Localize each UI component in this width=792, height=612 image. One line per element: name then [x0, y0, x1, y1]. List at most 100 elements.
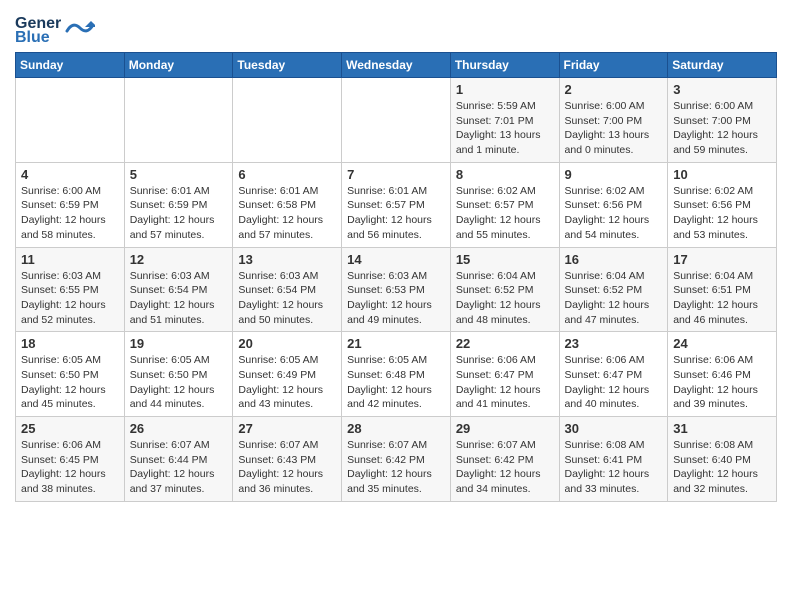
day-info: Sunrise: 6:07 AM Sunset: 6:43 PM Dayligh… [238, 438, 336, 497]
calendar-cell [16, 78, 125, 163]
calendar-week-row: 11 Sunrise: 6:03 AM Sunset: 6:55 PM Dayli… [16, 247, 777, 332]
day-info: Sunrise: 6:00 AM Sunset: 6:59 PM Dayligh… [21, 184, 119, 243]
day-info: Sunrise: 6:06 AM Sunset: 6:45 PM Dayligh… [21, 438, 119, 497]
calendar-cell: 30 Sunrise: 6:08 AM Sunset: 6:41 PM Dayli… [559, 417, 668, 502]
day-info: Sunrise: 6:08 AM Sunset: 6:41 PM Dayligh… [565, 438, 663, 497]
calendar-week-row: 18 Sunrise: 6:05 AM Sunset: 6:50 PM Dayli… [16, 332, 777, 417]
calendar-cell [233, 78, 342, 163]
calendar-cell: 19 Sunrise: 6:05 AM Sunset: 6:50 PM Dayli… [124, 332, 233, 417]
day-info: Sunrise: 6:01 AM Sunset: 6:59 PM Dayligh… [130, 184, 228, 243]
day-info: Sunrise: 6:01 AM Sunset: 6:58 PM Dayligh… [238, 184, 336, 243]
day-info: Sunrise: 6:02 AM Sunset: 6:56 PM Dayligh… [673, 184, 771, 243]
calendar-week-row: 1 Sunrise: 5:59 AM Sunset: 7:01 PM Daylig… [16, 78, 777, 163]
calendar-cell: 31Sunrise: 6:08 AM Sunset: 6:40 PM Dayli… [668, 417, 777, 502]
day-number: 25 [21, 421, 119, 436]
day-info: Sunrise: 6:06 AM Sunset: 6:47 PM Dayligh… [565, 353, 663, 412]
header-tuesday: Tuesday [233, 53, 342, 78]
calendar-cell: 23 Sunrise: 6:06 AM Sunset: 6:47 PM Dayli… [559, 332, 668, 417]
day-number: 14 [347, 252, 445, 267]
day-info: Sunrise: 5:59 AM Sunset: 7:01 PM Dayligh… [456, 99, 554, 158]
header-monday: Monday [124, 53, 233, 78]
day-info: Sunrise: 6:02 AM Sunset: 6:56 PM Dayligh… [565, 184, 663, 243]
header-sunday: Sunday [16, 53, 125, 78]
calendar-cell: 2Sunrise: 6:00 AM Sunset: 7:00 PM Daylig… [559, 78, 668, 163]
day-number: 16 [565, 252, 663, 267]
day-info: Sunrise: 6:05 AM Sunset: 6:50 PM Dayligh… [130, 353, 228, 412]
calendar-cell: 20Sunrise: 6:05 AM Sunset: 6:49 PM Dayli… [233, 332, 342, 417]
day-info: Sunrise: 6:03 AM Sunset: 6:53 PM Dayligh… [347, 269, 445, 328]
day-number: 1 [456, 82, 554, 97]
day-info: Sunrise: 6:04 AM Sunset: 6:51 PM Dayligh… [673, 269, 771, 328]
day-number: 21 [347, 336, 445, 351]
day-number: 24 [673, 336, 771, 351]
calendar-cell: 3 Sunrise: 6:00 AM Sunset: 7:00 PM Daylig… [668, 78, 777, 163]
day-info: Sunrise: 6:07 AM Sunset: 6:42 PM Dayligh… [347, 438, 445, 497]
day-info: Sunrise: 6:06 AM Sunset: 6:47 PM Dayligh… [456, 353, 554, 412]
calendar-cell: 7 Sunrise: 6:01 AM Sunset: 6:57 PM Daylig… [342, 162, 451, 247]
day-number: 23 [565, 336, 663, 351]
day-info: Sunrise: 6:05 AM Sunset: 6:49 PM Dayligh… [238, 353, 336, 412]
logo-icon: General Blue [15, 10, 61, 46]
logo: General Blue [15, 10, 95, 46]
day-number: 17 [673, 252, 771, 267]
day-number: 19 [130, 336, 228, 351]
calendar-cell: 9 Sunrise: 6:02 AM Sunset: 6:56 PM Daylig… [559, 162, 668, 247]
day-number: 7 [347, 167, 445, 182]
day-number: 13 [238, 252, 336, 267]
day-number: 6 [238, 167, 336, 182]
day-number: 9 [565, 167, 663, 182]
header-wednesday: Wednesday [342, 53, 451, 78]
day-info: Sunrise: 6:03 AM Sunset: 6:54 PM Dayligh… [238, 269, 336, 328]
calendar-cell: 5Sunrise: 6:01 AM Sunset: 6:59 PM Daylig… [124, 162, 233, 247]
day-info: Sunrise: 6:01 AM Sunset: 6:57 PM Dayligh… [347, 184, 445, 243]
calendar-cell: 6 Sunrise: 6:01 AM Sunset: 6:58 PM Daylig… [233, 162, 342, 247]
calendar-cell: 4 Sunrise: 6:00 AM Sunset: 6:59 PM Daylig… [16, 162, 125, 247]
day-number: 10 [673, 167, 771, 182]
calendar-cell [342, 78, 451, 163]
header-saturday: Saturday [668, 53, 777, 78]
header-friday: Friday [559, 53, 668, 78]
calendar-cell: 8 Sunrise: 6:02 AM Sunset: 6:57 PM Daylig… [450, 162, 559, 247]
calendar-cell: 14 Sunrise: 6:03 AM Sunset: 6:53 PM Dayli… [342, 247, 451, 332]
day-info: Sunrise: 6:00 AM Sunset: 7:00 PM Dayligh… [673, 99, 771, 158]
calendar-cell: 22 Sunrise: 6:06 AM Sunset: 6:47 PM Dayli… [450, 332, 559, 417]
calendar-cell: 25 Sunrise: 6:06 AM Sunset: 6:45 PM Dayli… [16, 417, 125, 502]
calendar-cell: 17 Sunrise: 6:04 AM Sunset: 6:51 PM Dayli… [668, 247, 777, 332]
calendar-cell: 1 Sunrise: 5:59 AM Sunset: 7:01 PM Daylig… [450, 78, 559, 163]
day-number: 8 [456, 167, 554, 182]
calendar-cell: 27 Sunrise: 6:07 AM Sunset: 6:43 PM Dayli… [233, 417, 342, 502]
day-info: Sunrise: 6:03 AM Sunset: 6:55 PM Dayligh… [21, 269, 119, 328]
calendar-week-row: 25 Sunrise: 6:06 AM Sunset: 6:45 PM Dayli… [16, 417, 777, 502]
day-info: Sunrise: 6:05 AM Sunset: 6:48 PM Dayligh… [347, 353, 445, 412]
day-number: 4 [21, 167, 119, 182]
svg-text:Blue: Blue [15, 29, 50, 46]
calendar-cell: 28Sunrise: 6:07 AM Sunset: 6:42 PM Dayli… [342, 417, 451, 502]
calendar-week-row: 4 Sunrise: 6:00 AM Sunset: 6:59 PM Daylig… [16, 162, 777, 247]
day-info: Sunrise: 6:04 AM Sunset: 6:52 PM Dayligh… [456, 269, 554, 328]
day-info: Sunrise: 6:00 AM Sunset: 7:00 PM Dayligh… [565, 99, 663, 158]
day-number: 30 [565, 421, 663, 436]
day-number: 26 [130, 421, 228, 436]
day-number: 15 [456, 252, 554, 267]
day-number: 31 [673, 421, 771, 436]
day-number: 11 [21, 252, 119, 267]
calendar-cell [124, 78, 233, 163]
day-info: Sunrise: 6:07 AM Sunset: 6:42 PM Dayligh… [456, 438, 554, 497]
day-number: 18 [21, 336, 119, 351]
day-number: 12 [130, 252, 228, 267]
header-thursday: Thursday [450, 53, 559, 78]
day-info: Sunrise: 6:02 AM Sunset: 6:57 PM Dayligh… [456, 184, 554, 243]
day-info: Sunrise: 6:05 AM Sunset: 6:50 PM Dayligh… [21, 353, 119, 412]
calendar-cell: 29 Sunrise: 6:07 AM Sunset: 6:42 PM Dayli… [450, 417, 559, 502]
day-number: 29 [456, 421, 554, 436]
page-header: General Blue [15, 10, 777, 46]
day-info: Sunrise: 6:07 AM Sunset: 6:44 PM Dayligh… [130, 438, 228, 497]
day-number: 27 [238, 421, 336, 436]
calendar-cell: 10 Sunrise: 6:02 AM Sunset: 6:56 PM Dayli… [668, 162, 777, 247]
calendar-cell: 12Sunrise: 6:03 AM Sunset: 6:54 PM Dayli… [124, 247, 233, 332]
day-number: 3 [673, 82, 771, 97]
day-info: Sunrise: 6:04 AM Sunset: 6:52 PM Dayligh… [565, 269, 663, 328]
day-number: 22 [456, 336, 554, 351]
calendar-cell: 26 Sunrise: 6:07 AM Sunset: 6:44 PM Dayli… [124, 417, 233, 502]
calendar-cell: 21 Sunrise: 6:05 AM Sunset: 6:48 PM Dayli… [342, 332, 451, 417]
